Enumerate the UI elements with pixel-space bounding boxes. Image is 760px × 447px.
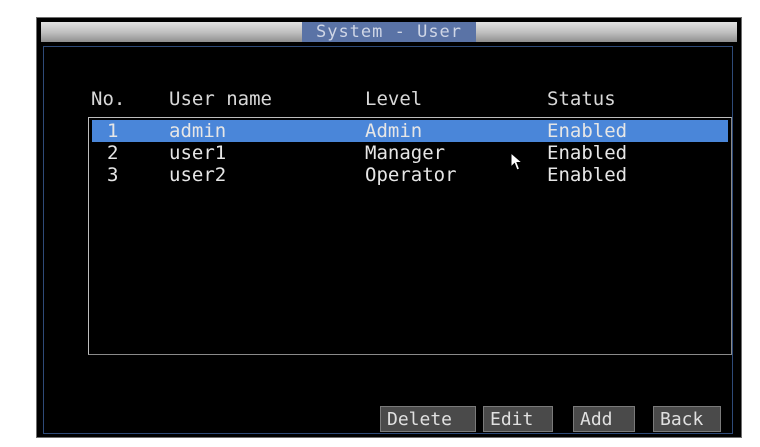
row-no: 3 — [107, 164, 119, 186]
row-level: Operator — [365, 164, 457, 186]
row-user-name: user2 — [169, 164, 227, 186]
row-user-name: user1 — [169, 142, 227, 164]
edit-button[interactable]: Edit — [483, 406, 553, 432]
header-status: Status — [547, 88, 616, 110]
row-no: 1 — [107, 120, 119, 142]
table-row[interactable]: 2 user1 Manager Enabled — [92, 142, 728, 164]
header-user-name: User name — [169, 88, 272, 110]
add-button[interactable]: Add — [573, 406, 635, 432]
row-status: Enabled — [547, 164, 628, 186]
title-bar: System - User — [41, 22, 737, 42]
delete-button[interactable]: Delete — [380, 406, 476, 432]
user-list[interactable]: 1 admin Admin Enabled 2 user1 Manager En… — [88, 117, 732, 355]
header-level: Level — [365, 88, 423, 110]
row-no: 2 — [107, 142, 119, 164]
window-title: System - User — [301, 22, 477, 42]
header-no: No. — [91, 88, 126, 110]
row-status: Enabled — [547, 142, 628, 164]
table-row[interactable]: 1 admin Admin Enabled — [92, 120, 728, 142]
row-status: Enabled — [547, 120, 628, 142]
mouse-pointer-icon — [510, 152, 524, 171]
table-row[interactable]: 3 user2 Operator Enabled — [92, 164, 728, 186]
table-header: No. User name Level Status — [91, 88, 751, 112]
user-settings-window: System - User No. User name Level Status… — [36, 17, 742, 438]
row-level: Admin — [365, 120, 423, 142]
row-level: Manager — [365, 142, 446, 164]
row-user-name: admin — [169, 120, 227, 142]
back-button[interactable]: Back — [653, 406, 721, 432]
